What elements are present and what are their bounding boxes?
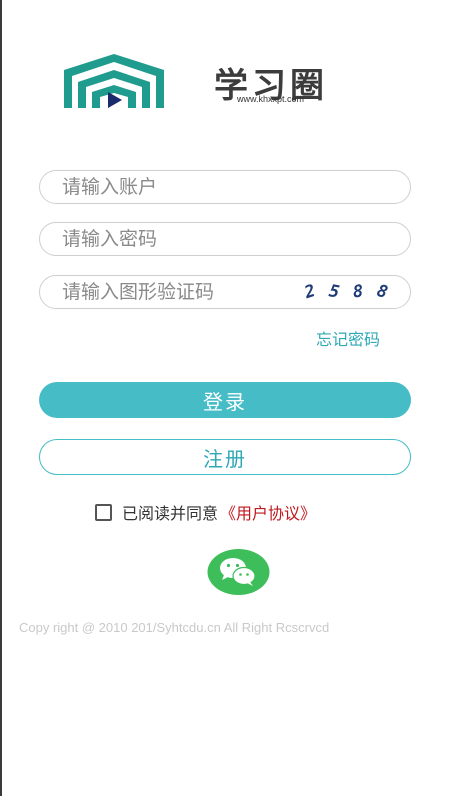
wechat-login-button[interactable] <box>207 549 270 595</box>
captcha-digit: 5 <box>327 281 341 303</box>
login-button[interactable]: 登录 <box>39 382 411 418</box>
agreement-checkbox[interactable] <box>95 503 112 521</box>
captcha-digit: 2 <box>302 280 318 304</box>
password-input[interactable] <box>60 227 410 251</box>
user-agreement-link[interactable]: 《用户协议》 <box>220 500 316 524</box>
brand-url: www.khxxpt.com <box>237 94 305 104</box>
wechat-icon <box>207 549 270 595</box>
captcha-digit: 8 <box>374 280 390 304</box>
captcha-field[interactable]: 2 5 8 8 <box>39 275 411 309</box>
account-field[interactable] <box>39 170 411 204</box>
logo-icon <box>64 54 164 108</box>
captcha-image[interactable]: 2 5 8 8 <box>298 278 394 306</box>
account-input[interactable] <box>60 175 410 199</box>
agreement-text: 已阅读并同意 <box>122 504 219 523</box>
forgot-password-link[interactable]: 忘记密码 <box>316 326 380 350</box>
agreement-row: 已阅读并同意 《用户协议》 <box>95 500 316 524</box>
password-field[interactable] <box>39 222 411 256</box>
copyright-text: Copy right @ 2010 201/Syhtcdu.cn All Rig… <box>19 620 330 635</box>
captcha-input[interactable] <box>60 280 294 304</box>
register-button[interactable]: 注册 <box>39 439 411 475</box>
left-edge-divider <box>0 0 2 796</box>
captcha-digit: 8 <box>351 281 365 303</box>
